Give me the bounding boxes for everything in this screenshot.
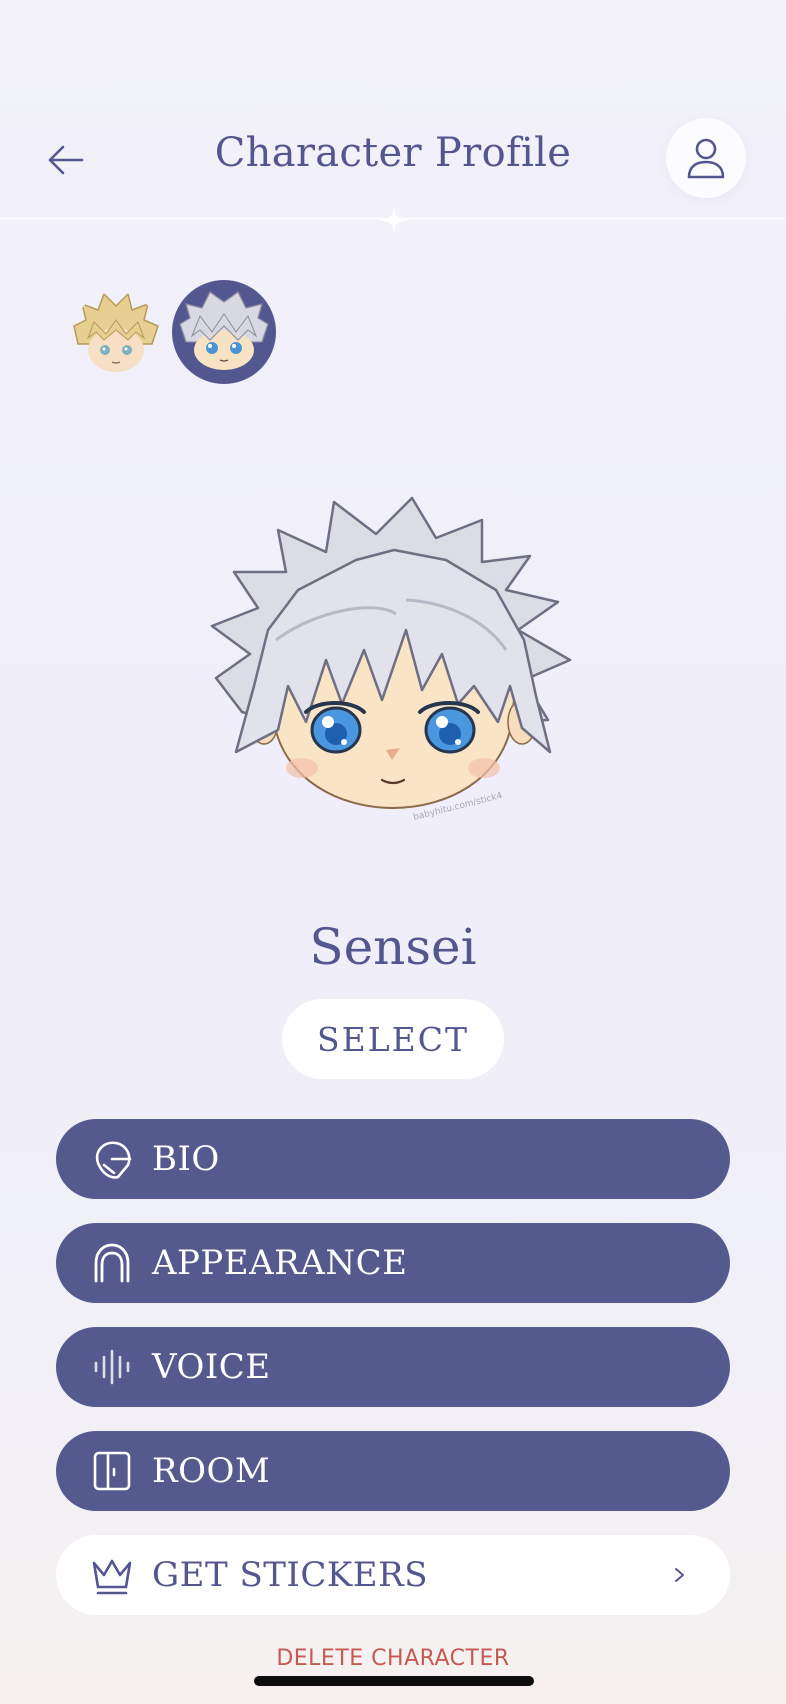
room-button[interactable]: ROOM	[56, 1431, 730, 1511]
home-indicator	[254, 1676, 534, 1686]
appearance-label: APPEARANCE	[152, 1243, 408, 1283]
appearance-button[interactable]: APPEARANCE	[56, 1223, 730, 1303]
voice-wave-icon	[90, 1345, 134, 1389]
bio-label: BIO	[152, 1139, 220, 1179]
chevron-right-icon	[675, 1568, 684, 1582]
character-portrait: babyhitu.com/stick4	[210, 496, 572, 823]
delete-character-button[interactable]: DELETE CHARACTER	[0, 1646, 786, 1671]
sensei-character-avatar	[179, 291, 269, 370]
bio-button[interactable]: BIO	[56, 1119, 730, 1199]
profile-button[interactable]	[666, 118, 746, 198]
character-thumb-sensei[interactable]	[172, 280, 276, 384]
crown-icon	[90, 1553, 134, 1597]
hair-icon	[90, 1241, 134, 1285]
select-button[interactable]: SELECT	[282, 999, 504, 1079]
get-stickers-button[interactable]: GET STICKERS	[56, 1535, 730, 1615]
voice-button[interactable]: VOICE	[56, 1327, 730, 1407]
sparkle-icon	[378, 206, 410, 234]
door-icon	[90, 1449, 134, 1493]
get-stickers-label: GET STICKERS	[152, 1555, 428, 1595]
character-name: Sensei	[309, 918, 477, 976]
voice-label: VOICE	[152, 1347, 271, 1387]
character-thumb-blond[interactable]	[72, 292, 160, 380]
bio-icon	[90, 1137, 134, 1181]
user-icon	[687, 138, 725, 179]
blond-character-avatar	[73, 292, 159, 372]
room-label: ROOM	[152, 1451, 271, 1491]
